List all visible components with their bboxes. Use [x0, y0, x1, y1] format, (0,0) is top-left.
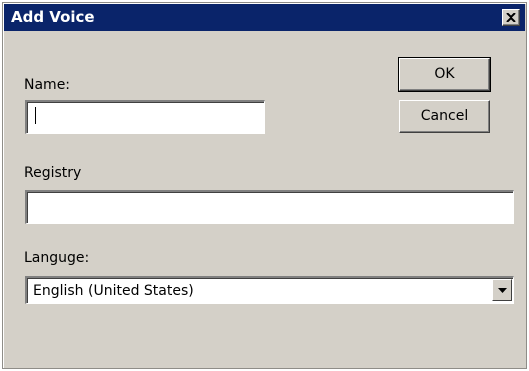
title-bar[interactable]: Add Voice — [4, 4, 525, 31]
close-icon — [506, 13, 516, 22]
chevron-down-icon — [498, 288, 507, 293]
text-caret — [35, 107, 36, 124]
name-field[interactable] — [25, 100, 265, 134]
language-select[interactable]: English (United States) — [25, 276, 514, 304]
name-label: Name: — [24, 77, 71, 93]
add-voice-dialog: Add Voice Name: Registry Languge: Englis… — [2, 2, 527, 369]
language-label: Languge: — [24, 250, 90, 266]
language-dropdown-button[interactable] — [492, 279, 512, 301]
language-selected-value: English (United States) — [33, 283, 194, 299]
close-button[interactable] — [502, 9, 520, 26]
window-title: Add Voice — [11, 8, 95, 26]
registry-label: Registry — [24, 165, 82, 181]
cancel-button[interactable]: Cancel — [399, 100, 490, 133]
registry-field[interactable] — [25, 190, 514, 224]
ok-button[interactable]: OK — [398, 57, 491, 92]
